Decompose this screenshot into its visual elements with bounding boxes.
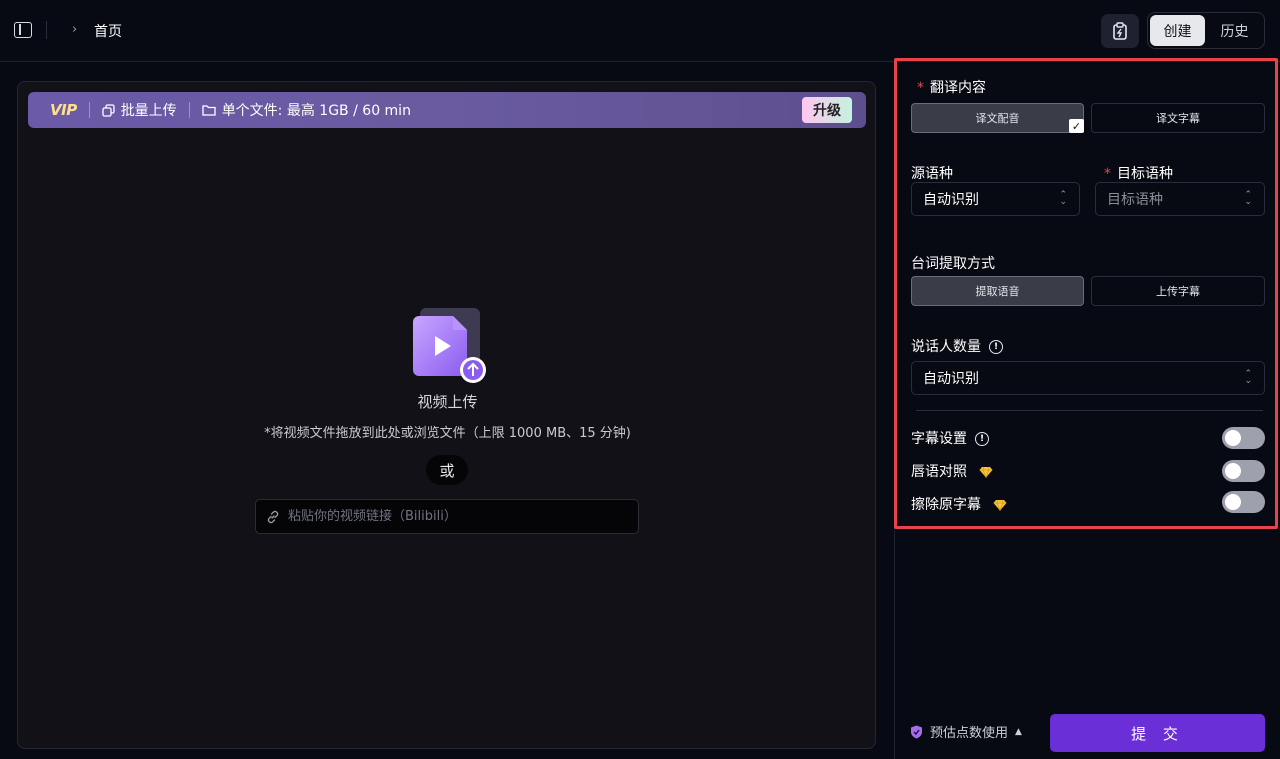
option-subtitle[interactable]: 译文字幕: [1091, 103, 1265, 133]
vip-logo: VIP: [50, 101, 77, 119]
subtitle-settings-label: 字幕设置!: [911, 428, 989, 448]
speaker-count-select[interactable]: 自动识别 ⌃ ⌄: [911, 361, 1265, 395]
option-dubbing-label: 译文配音: [975, 112, 1020, 125]
vip-banner: VIP 批量上传 单个文件: 最高 1GB / 60 min 升级: [28, 92, 866, 128]
select-arrows-icon: ⌃ ⌄: [1244, 369, 1252, 386]
lip-sync-label: 唇语对照: [911, 461, 993, 481]
upload-title: 视频上传: [417, 393, 478, 411]
vip-divider: [188, 102, 190, 118]
link-icon: [267, 510, 279, 523]
file-limit-label: 单个文件: 最高 1GB / 60 min: [221, 103, 411, 119]
video-link-input[interactable]: [288, 509, 608, 524]
header-divider: [46, 21, 47, 39]
upgrade-button[interactable]: 升级: [802, 97, 852, 123]
breadcrumb-home[interactable]: 首页: [94, 21, 122, 41]
lip-sync-toggle[interactable]: [1222, 460, 1265, 482]
source-lang-label: 源语种: [911, 166, 953, 182]
clipboard-icon: [1113, 22, 1127, 40]
batch-upload-link[interactable]: 批量上传: [102, 100, 177, 120]
target-lang-select[interactable]: 目标语种 ⌃ ⌄: [1095, 182, 1265, 216]
top-header: › 首页 创建 历史: [0, 0, 1280, 62]
copy-icon: [102, 103, 115, 117]
upload-dropzone[interactable]: VIP 批量上传 单个文件: 最高 1GB / 60 min 升级 视频上传 *…: [17, 81, 876, 749]
translate-content-label: * 翻译内容: [917, 80, 986, 96]
or-divider: 或: [426, 455, 468, 485]
option-extract-speech[interactable]: 提取语音: [911, 276, 1084, 306]
chevron-right-icon: ›: [72, 22, 78, 37]
estimate-points-toggle[interactable]: 预估点数使用 ▲: [910, 722, 1022, 741]
settings-divider: [916, 410, 1263, 411]
sidebar-toggle-icon[interactable]: [14, 22, 32, 38]
select-arrows-icon: ⌃ ⌄: [1059, 190, 1067, 207]
select-arrows-icon: ⌃ ⌄: [1244, 190, 1252, 207]
subtitle-settings-toggle[interactable]: [1222, 427, 1265, 449]
clipboard-button[interactable]: [1101, 14, 1139, 48]
target-lang-label: * 目标语种: [1104, 166, 1173, 182]
speaker-count-label: 说话人数量!: [911, 336, 1003, 356]
option-dubbing[interactable]: 译文配音 ✓: [911, 103, 1084, 133]
submit-button[interactable]: 提 交: [1050, 714, 1265, 752]
erase-subtitles-toggle[interactable]: [1222, 491, 1265, 513]
video-upload-icon: [413, 308, 486, 383]
extract-method-label: 台词提取方式: [911, 256, 995, 272]
check-icon: ✓: [1069, 119, 1084, 133]
source-lang-select[interactable]: 自动识别 ⌃ ⌄: [911, 182, 1080, 216]
option-upload-subtitle[interactable]: 上传字幕: [1091, 276, 1265, 306]
vip-divider: [88, 102, 90, 118]
tab-history[interactable]: 历史: [1207, 15, 1262, 46]
upload-hint: *将视频文件拖放到此处或浏览文件（上限 1000 MB、15 分钟): [264, 426, 631, 441]
shield-icon: [911, 725, 922, 738]
info-icon[interactable]: !: [989, 340, 1003, 354]
batch-upload-label: 批量上传: [120, 103, 177, 119]
tab-create[interactable]: 创建: [1150, 15, 1205, 46]
target-lang-placeholder: 目标语种: [1107, 192, 1163, 208]
estimate-label: 预估点数使用: [930, 726, 1009, 741]
premium-gem-icon: [993, 499, 1007, 511]
info-icon[interactable]: !: [975, 432, 989, 446]
erase-subtitles-label: 擦除原字幕: [911, 494, 1007, 514]
caret-up-icon: ▲: [1015, 726, 1022, 737]
source-lang-value: 自动识别: [923, 192, 979, 208]
video-link-field[interactable]: [255, 499, 639, 534]
file-limit-info: 单个文件: 最高 1GB / 60 min: [202, 100, 411, 120]
premium-gem-icon: [979, 466, 993, 478]
mode-tabs: 创建 历史: [1147, 12, 1265, 49]
speaker-count-value: 自动识别: [923, 371, 979, 387]
folder-icon: [202, 105, 216, 116]
